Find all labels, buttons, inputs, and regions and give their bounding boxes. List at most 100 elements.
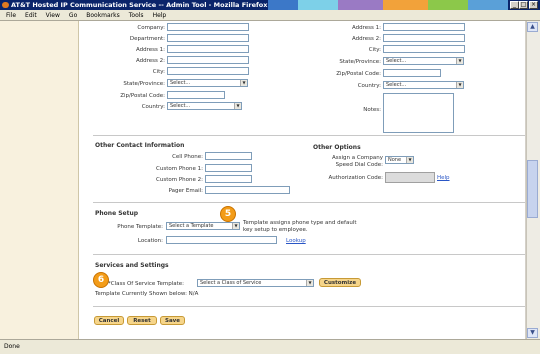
chevron-down-icon: ▼: [456, 58, 463, 64]
custom-phone2-input[interactable]: [205, 175, 252, 183]
speed-dial-select[interactable]: None ▼: [385, 156, 414, 164]
chevron-down-icon: ▼: [232, 223, 239, 229]
zip-label: Zip/Postal Code:: [120, 93, 165, 99]
step-5-marker: 5: [220, 206, 236, 222]
menu-tools[interactable]: Tools: [129, 12, 144, 19]
divider: [93, 306, 525, 307]
city-right-input[interactable]: [383, 45, 465, 53]
country-right-select[interactable]: Select... ▼: [383, 81, 464, 89]
header-stripe: [383, 0, 428, 10]
address2-right-label: Address 2:: [351, 36, 381, 42]
state-select-value: Select...: [170, 80, 191, 86]
maximize-button[interactable]: □: [519, 1, 528, 9]
location-input[interactable]: [166, 236, 277, 244]
cos-template-select[interactable]: Select a Class of Service ▼: [197, 279, 314, 287]
phone-template-select[interactable]: Select a Template ▼: [166, 222, 240, 230]
menu-bookmarks[interactable]: Bookmarks: [86, 12, 120, 19]
status-text: Done: [4, 343, 20, 350]
cancel-button[interactable]: Cancel: [94, 316, 124, 325]
scrollbar-thumb[interactable]: [527, 160, 538, 218]
cos-template-label: *Class Of Service Template:: [108, 281, 185, 287]
minimize-button[interactable]: _: [510, 1, 519, 9]
header-stripe: [298, 0, 338, 10]
custom-phone1-label: Custom Phone 1:: [156, 166, 203, 172]
department-label: Department:: [129, 36, 165, 42]
zip-input[interactable]: [167, 91, 225, 99]
chevron-down-icon: ▼: [406, 157, 413, 163]
scroll-down-icon[interactable]: ▼: [527, 328, 538, 338]
scroll-up-icon[interactable]: ▲: [527, 22, 538, 32]
address2-right-input[interactable]: [383, 34, 465, 42]
divider: [93, 135, 525, 136]
notes-textarea[interactable]: [383, 93, 454, 133]
phone-template-select-value: Select a Template: [169, 223, 214, 229]
phone-setup-title: Phone Setup: [95, 210, 139, 217]
header-stripe: [428, 0, 468, 10]
menu-help[interactable]: Help: [153, 12, 167, 19]
address1-right-input[interactable]: [383, 23, 465, 31]
location-label: Location:: [137, 238, 163, 244]
speed-dial-label-line1: Assign a Company: [331, 155, 383, 161]
reset-button[interactable]: Reset: [127, 316, 157, 325]
lookup-link[interactable]: Lookup: [286, 238, 306, 244]
auth-code-help-link[interactable]: Help: [437, 175, 450, 181]
step-6-marker: 6: [93, 272, 109, 288]
pager-email-label: Pager Email:: [168, 188, 203, 194]
menu-view[interactable]: View: [46, 12, 60, 19]
menu-file[interactable]: File: [6, 12, 16, 19]
menu-bar: File Edit View Go Bookmarks Tools Help: [0, 10, 540, 21]
phone-template-label: Phone Template:: [117, 224, 163, 230]
city-input[interactable]: [167, 67, 249, 75]
state-select[interactable]: Select... ▼: [167, 79, 248, 87]
firefox-icon: [2, 2, 9, 8]
close-button[interactable]: ×: [529, 1, 538, 9]
country-label: Country:: [141, 104, 165, 110]
chevron-down-icon: ▼: [240, 80, 247, 86]
country-right-select-value: Select...: [386, 82, 407, 88]
customize-button[interactable]: Customize: [319, 278, 361, 287]
city-right-label: City:: [368, 47, 381, 53]
services-title: Services and Settings: [95, 262, 169, 269]
country-select[interactable]: Select... ▼: [167, 102, 242, 110]
auth-code-input[interactable]: [385, 172, 435, 183]
state-label: State/Province:: [123, 81, 165, 87]
state-right-select[interactable]: Select... ▼: [383, 57, 464, 65]
city-label: City:: [152, 69, 165, 75]
zip-right-input[interactable]: [383, 69, 441, 77]
company-label: Company:: [137, 25, 165, 31]
save-button[interactable]: Save: [160, 316, 185, 325]
country-right-label: Country:: [357, 83, 381, 89]
zip-right-label: Zip/Postal Code:: [336, 71, 381, 77]
state-right-label: State/Province:: [339, 59, 381, 65]
template-currently-shown: Template Currently Shown below: N/A: [95, 291, 199, 297]
address1-input[interactable]: [167, 45, 249, 53]
header-stripe: [468, 0, 508, 10]
template-note-line2: key setup to employee.: [243, 227, 308, 233]
custom-phone1-input[interactable]: [205, 164, 252, 172]
template-note-line1: Template assigns phone type and default: [243, 220, 357, 226]
custom-phone2-label: Custom Phone 2:: [156, 177, 203, 183]
chevron-down-icon: ▼: [234, 103, 241, 109]
speed-dial-label-line2: Speed Dial Code:: [335, 162, 383, 168]
state-right-select-value: Select...: [386, 58, 407, 64]
menu-go[interactable]: Go: [69, 12, 77, 19]
auth-code-label: Authorization Code:: [328, 175, 383, 181]
address1-label: Address 1:: [135, 47, 165, 53]
company-input[interactable]: [167, 23, 249, 31]
status-bar: Done: [0, 339, 540, 354]
divider: [93, 202, 525, 203]
address2-input[interactable]: [167, 56, 249, 64]
cell-phone-label: Cell Phone:: [172, 154, 203, 160]
pager-email-input[interactable]: [205, 186, 290, 194]
cell-phone-input[interactable]: [205, 152, 252, 160]
country-select-value: Select...: [170, 103, 191, 109]
cos-template-select-value: Select a Class of Service: [200, 280, 262, 286]
header-stripe: [338, 0, 383, 10]
header-stripe: [268, 0, 298, 10]
other-contact-title: Other Contact Information: [95, 142, 185, 149]
menu-edit[interactable]: Edit: [25, 12, 37, 19]
speed-dial-select-value: None: [388, 157, 402, 163]
department-input[interactable]: [167, 34, 249, 42]
chevron-down-icon: ▼: [306, 280, 313, 286]
main-content: Company: Department: Address 1: Address …: [79, 21, 525, 339]
